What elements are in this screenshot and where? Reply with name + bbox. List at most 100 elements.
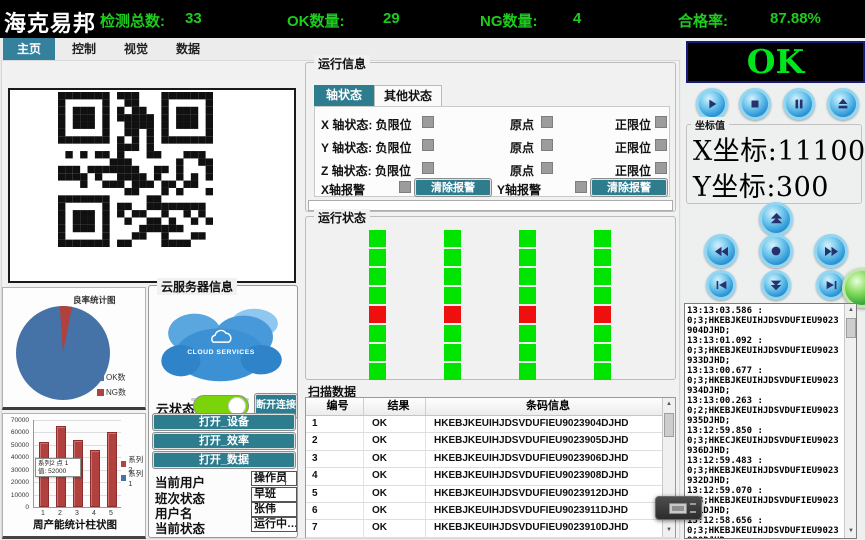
series2-swatch bbox=[121, 461, 126, 467]
log-scroll-up-icon[interactable]: ▲ bbox=[845, 304, 857, 317]
status-column bbox=[444, 230, 461, 382]
y-tick-label: 50000 bbox=[3, 442, 29, 449]
jog-left-button[interactable] bbox=[704, 234, 738, 268]
status-cell bbox=[369, 325, 386, 342]
tab-home[interactable]: 主页 bbox=[3, 38, 55, 60]
y-tick-label: 0 bbox=[3, 504, 29, 511]
username-field[interactable]: 张伟 bbox=[251, 502, 297, 517]
row-result: OK bbox=[364, 468, 426, 484]
scroll-down-icon[interactable]: ▼ bbox=[663, 524, 675, 537]
jog-up-button[interactable] bbox=[759, 202, 793, 236]
tab-data[interactable]: 数据 bbox=[162, 38, 214, 60]
green-action-button[interactable] bbox=[842, 268, 865, 308]
tab-other-status[interactable]: 其他状态 bbox=[374, 85, 442, 106]
status-cell bbox=[594, 287, 611, 304]
fast-forward-icon bbox=[824, 245, 839, 258]
status-cell bbox=[444, 287, 461, 304]
status-cell bbox=[594, 306, 611, 323]
current-user-combobox[interactable]: 操作员 bbox=[251, 471, 297, 486]
table-row[interactable]: 7OKHKEBJKEUIHJDSVDUFIEU9023910DJHD bbox=[306, 520, 675, 537]
y-coordinate-value: 300 bbox=[776, 172, 829, 203]
shift-status-value: 早班 bbox=[254, 488, 276, 500]
x-clear-alarm-button[interactable]: 清除报警 bbox=[415, 179, 491, 196]
qr-panel bbox=[8, 88, 296, 283]
status-cell bbox=[519, 249, 536, 266]
table-row[interactable]: 4OKHKEBJKEUIHJDSVDUFIEU9023908DJHD bbox=[306, 468, 675, 485]
jog-right-button[interactable] bbox=[814, 234, 848, 268]
log-scrollbar[interactable]: ▲ ▼ bbox=[844, 304, 856, 538]
y-clear-alarm-button[interactable]: 清除报警 bbox=[591, 179, 667, 196]
home-x-button[interactable] bbox=[706, 270, 736, 300]
y-alarm-indicator bbox=[575, 181, 587, 193]
run-status-group: 运行状态 bbox=[305, 216, 676, 380]
status-cell bbox=[444, 230, 461, 247]
bar bbox=[90, 450, 100, 507]
pause-icon bbox=[792, 97, 806, 111]
scroll-up-icon[interactable]: ▲ bbox=[663, 398, 675, 411]
ng-count-value: 4 bbox=[573, 10, 581, 27]
cloud-services-text: CLOUD SERVICES bbox=[187, 349, 255, 356]
coordinate-group: 坐标值 X坐标:11100 Y坐标:300 bbox=[686, 124, 862, 204]
bar-tooltip-line1: 系列2 点 1 bbox=[38, 460, 78, 468]
x-tick-label: 2 bbox=[55, 510, 65, 517]
ok-count-label: OK数量: bbox=[287, 10, 345, 31]
log-textbox[interactable]: 13:13:03.586 :0;3;HKEBJKEUIHJDSVDUFIEU90… bbox=[684, 303, 857, 539]
rewind-icon bbox=[714, 245, 729, 258]
z-axis-label: Z 轴状态: 负限位 bbox=[321, 162, 411, 179]
status-cell bbox=[444, 363, 461, 380]
tab-axis-status[interactable]: 轴状态 bbox=[314, 85, 374, 106]
log-entry: 13:12:59.070 :0;3;HKEBJKEUIHJDSVDUFIEU90… bbox=[687, 486, 843, 516]
jog-down-button[interactable] bbox=[761, 270, 791, 300]
open-efficiency-button[interactable]: 打开_效率 bbox=[153, 433, 295, 449]
pause-button[interactable] bbox=[783, 88, 815, 120]
log-entry: 13:12:59.483 :0;3;HKEBJKEUIHJDSVDUFIEU90… bbox=[687, 456, 843, 486]
open-device-button[interactable]: 打开_设备 bbox=[153, 414, 295, 430]
x-origin-indicator bbox=[541, 116, 553, 128]
axis-status-page: X 轴状态: 负限位 原点 正限位 Y 轴状态: 负限位 原点 正限位 Z 轴状… bbox=[314, 106, 670, 197]
row-id: 3 bbox=[306, 451, 364, 467]
tab-control[interactable]: 控制 bbox=[58, 38, 110, 60]
row-result: OK bbox=[364, 433, 426, 449]
result-text: OK bbox=[747, 42, 804, 81]
screen-capture-widget[interactable] bbox=[655, 496, 702, 520]
shift-status-field[interactable]: 早班 bbox=[251, 487, 297, 502]
top-status-bar: 海克易邦 检测总数: 33 OK数量: 29 NG数量: 4 合格率: 87.8… bbox=[0, 0, 865, 38]
table-row[interactable]: 5OKHKEBJKEUIHJDSVDUFIEU9023912DJHD bbox=[306, 486, 675, 503]
status-cell bbox=[444, 306, 461, 323]
tab-vision[interactable]: 视觉 bbox=[110, 38, 162, 60]
table-row[interactable]: 1OKHKEBJKEUIHJDSVDUFIEU9023904DJHD bbox=[306, 416, 675, 433]
stop-button[interactable] bbox=[739, 88, 771, 120]
x-alarm-label: X轴报警 bbox=[321, 181, 365, 198]
row-result: OK bbox=[364, 451, 426, 467]
gridline bbox=[34, 420, 121, 421]
status-cell bbox=[519, 344, 536, 361]
pie-legend-ok: OK数 bbox=[97, 372, 126, 383]
row-result: OK bbox=[364, 486, 426, 502]
table-row[interactable]: 2OKHKEBJKEUIHJDSVDUFIEU9023905DJHD bbox=[306, 433, 675, 450]
eject-button[interactable] bbox=[827, 88, 859, 120]
pie-legend-ng: NG数 bbox=[97, 387, 126, 398]
row-barcode: HKEBJKEUIHJDSVDUFIEU9023912DJHD bbox=[426, 486, 663, 502]
series1-swatch bbox=[121, 475, 126, 481]
pass-rate-value: 87.88% bbox=[770, 10, 821, 27]
jog-center-button[interactable] bbox=[759, 234, 793, 268]
table-scroll-thumb[interactable] bbox=[664, 413, 674, 437]
row-barcode: HKEBJKEUIHJDSVDUFIEU9023908DJHD bbox=[426, 468, 663, 484]
bar-tooltip-line2: 值: 52000 bbox=[38, 468, 78, 476]
current-state-field[interactable]: 运行中…… bbox=[251, 517, 297, 532]
log-scroll-thumb[interactable] bbox=[846, 318, 856, 338]
header-id: 编号 bbox=[306, 398, 364, 415]
x-pos-limit-indicator bbox=[655, 116, 667, 128]
table-row[interactable]: 6OKHKEBJKEUIHJDSVDUFIEU9023911DJHD bbox=[306, 503, 675, 520]
log-entry: 13:12:58.656 :0;3;HKEBJKEUIHJDSVDUFIEU90… bbox=[687, 516, 843, 539]
row-id: 1 bbox=[306, 416, 364, 432]
x-alarm-indicator bbox=[399, 181, 411, 193]
status-cell bbox=[444, 325, 461, 342]
log-scroll-down-icon[interactable]: ▼ bbox=[845, 525, 857, 538]
start-button[interactable] bbox=[696, 88, 728, 120]
cloud-icon: CLOUD SERVICES bbox=[159, 298, 287, 394]
open-data-button[interactable]: 打开_数据 bbox=[153, 452, 295, 468]
table-row[interactable]: 3OKHKEBJKEUIHJDSVDUFIEU9023906DJHD bbox=[306, 451, 675, 468]
status-cell bbox=[594, 230, 611, 247]
y-pos-limit-indicator bbox=[655, 139, 667, 151]
